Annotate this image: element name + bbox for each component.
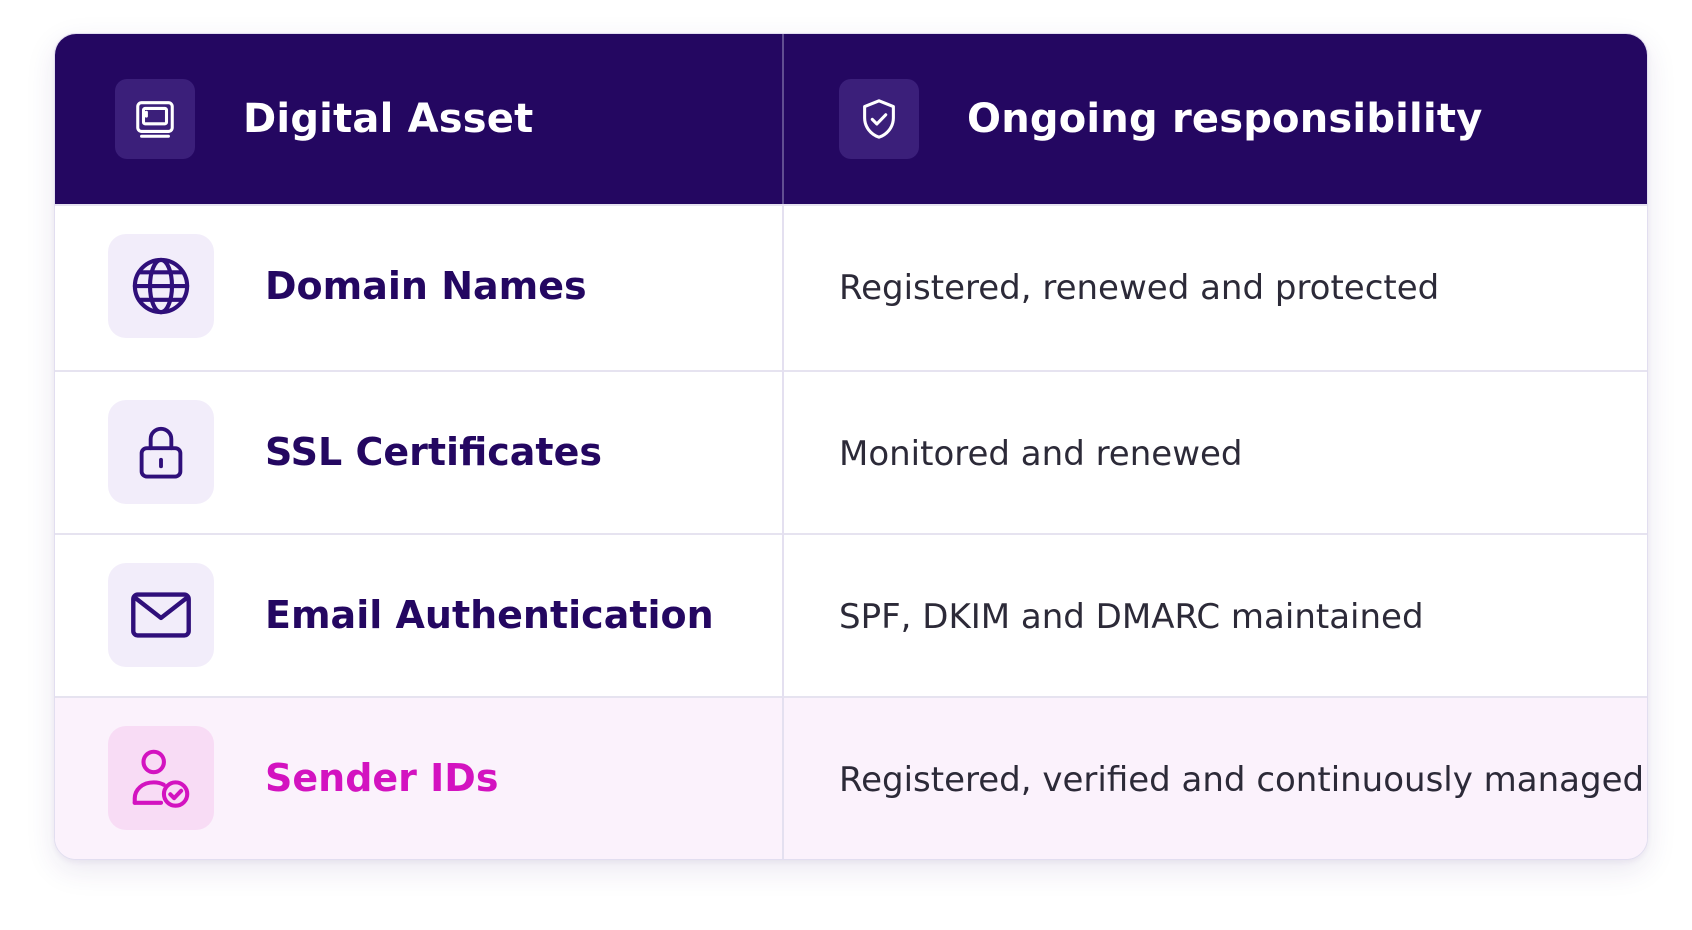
globe-icon [108, 234, 214, 338]
assets-table: Digital Asset Ongoing responsibility Dom… [54, 33, 1648, 860]
body-column-divider [782, 204, 784, 859]
table-row-email-authentication: Email Authentication SPF, DKIM and DMARC… [55, 533, 1647, 696]
asset-name: SSL Certificates [265, 430, 602, 474]
table-header: Digital Asset Ongoing responsibility [55, 34, 1647, 204]
asset-name: Email Authentication [265, 593, 714, 637]
monitor-icon [115, 79, 195, 159]
table-row-sender-ids: Sender IDs Registered, verified and cont… [55, 696, 1647, 859]
user-check-icon [108, 726, 214, 830]
lock-icon [108, 400, 214, 504]
responsibility-text: Monitored and renewed [839, 434, 1243, 474]
responsibility-text: Registered, verified and continuously ma… [839, 760, 1645, 800]
responsibility-text: Registered, renewed and protected [839, 268, 1440, 308]
header-cell-digital-asset: Digital Asset [115, 34, 533, 204]
table-row-ssl-certificates: SSL Certificates Monitored and renewed [55, 370, 1647, 533]
envelope-icon [108, 563, 214, 667]
shield-check-icon [839, 79, 919, 159]
header-column-divider [782, 34, 784, 204]
header-ongoing-responsibility-label: Ongoing responsibility [967, 96, 1483, 142]
header-digital-asset-label: Digital Asset [243, 96, 534, 142]
responsibility-text: SPF, DKIM and DMARC maintained [839, 597, 1424, 637]
asset-name: Domain Names [265, 264, 587, 308]
asset-name: Sender IDs [265, 756, 499, 800]
header-cell-ongoing-responsibility: Ongoing responsibility [839, 34, 1482, 204]
table-row-domain-names: Domain Names Registered, renewed and pro… [55, 204, 1647, 370]
